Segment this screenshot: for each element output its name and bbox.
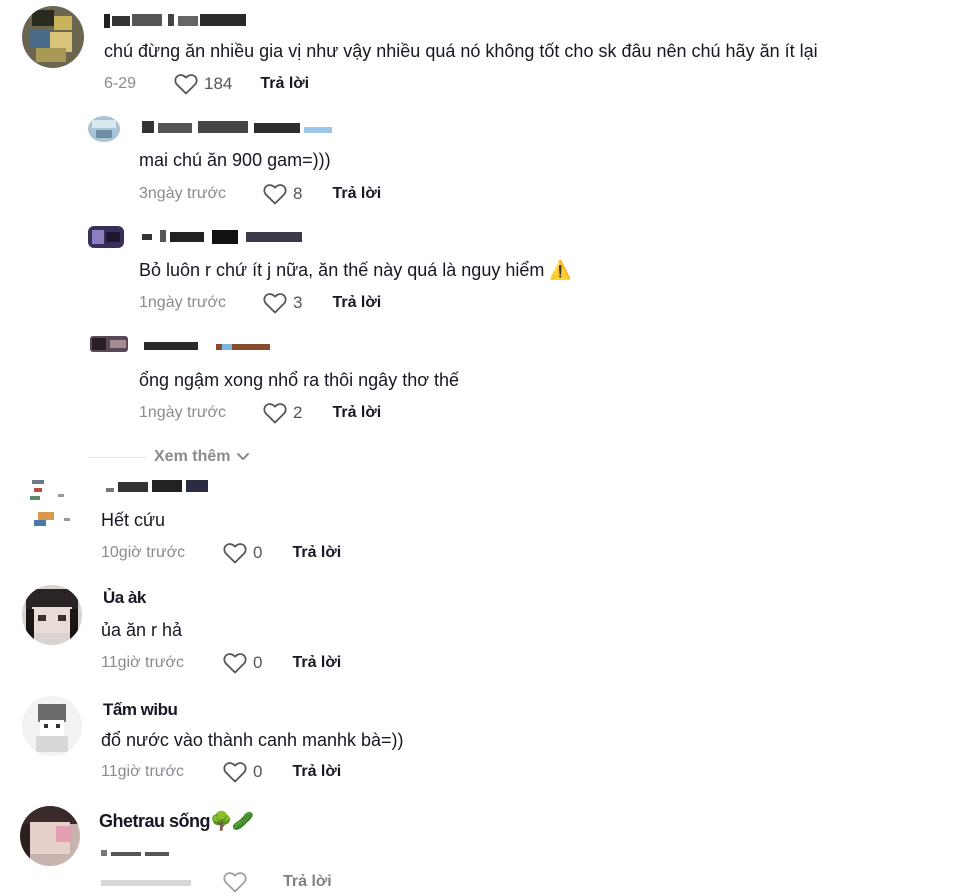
username[interactable]: Tấm wibu — [103, 700, 178, 720]
comment-text: Hết cứu — [101, 510, 166, 530]
like-button[interactable]: 0 — [223, 652, 262, 674]
comment-text: chú đừng ăn nhiều gia vị như vậy nhiều q… — [104, 41, 818, 61]
comment-meta: 6-29 184 Trả lời — [104, 72, 309, 96]
comment-time: 10giờ trước — [101, 544, 186, 561]
avatar[interactable] — [20, 806, 80, 866]
avatar[interactable] — [90, 336, 128, 352]
heart-outline-icon — [223, 872, 247, 893]
username-pixelated[interactable] — [106, 480, 208, 494]
comment-time: 11giờ trước — [101, 654, 184, 671]
comment-text: đổ nước vào thành canh manhk bà=)) — [101, 730, 404, 750]
like-count: 8 — [293, 184, 303, 203]
comment-meta: 1ngày trước 3 Trả lời — [139, 291, 381, 315]
avatar[interactable] — [22, 696, 82, 756]
comment-time — [101, 873, 223, 891]
username-pixelated — [104, 14, 246, 28]
username-pixelated[interactable] — [144, 340, 274, 354]
like-count: 0 — [253, 653, 263, 672]
avatar[interactable] — [88, 226, 124, 248]
comment-meta: Trả lời — [101, 870, 332, 893]
avatar[interactable] — [88, 116, 120, 142]
avatar[interactable] — [26, 476, 78, 534]
like-count: 0 — [253, 543, 263, 562]
comment-time: 11giờ trước — [101, 763, 184, 780]
like-button[interactable]: 8 — [263, 183, 302, 205]
heart-outline-icon — [223, 762, 247, 783]
like-count: 3 — [293, 293, 303, 312]
username-pixelated[interactable] — [142, 121, 332, 135]
like-button[interactable]: 2 — [263, 402, 302, 424]
like-button[interactable] — [223, 871, 253, 893]
like-count: 0 — [253, 762, 263, 781]
username[interactable]: Ủa àk — [103, 588, 146, 608]
reply-button[interactable]: Trả lời — [292, 763, 341, 781]
chevron-down-icon — [237, 453, 250, 460]
comment-meta: 11giờ trước 0 Trả lời — [101, 651, 341, 675]
reply-button[interactable]: Trả lời — [283, 873, 332, 891]
see-more-label: Xem thêm — [154, 448, 231, 465]
reply-button[interactable]: Trả lời — [260, 75, 309, 93]
like-button[interactable]: 3 — [263, 292, 302, 314]
avatar[interactable] — [22, 585, 82, 645]
reply-button[interactable]: Trả lời — [292, 654, 341, 672]
comment-time: 1ngày trước — [139, 294, 227, 311]
comment-meta: 3ngày trước 8 Trả lời — [139, 182, 381, 206]
heart-outline-icon — [263, 293, 287, 314]
comment-text: mai chú ăn 900 gam=))) — [139, 150, 331, 170]
heart-outline-icon — [263, 403, 287, 424]
comment-time: 3ngày trước — [139, 185, 227, 202]
heart-outline-icon — [174, 74, 198, 95]
comment-text: Bỏ luôn r chứ ít j nữa, ăn thế này quá l… — [139, 260, 572, 280]
comment-time: 1ngày trước — [139, 404, 227, 421]
like-button[interactable]: 0 — [223, 542, 262, 564]
avatar[interactable] — [22, 6, 84, 68]
heart-outline-icon — [223, 653, 247, 674]
reply-button[interactable]: Trả lời — [332, 294, 381, 312]
username-pixelated[interactable] — [142, 230, 302, 244]
comment-meta: 1ngày trước 2 Trả lời — [139, 401, 381, 425]
reply-button[interactable]: Trả lời — [332, 185, 381, 203]
heart-outline-icon — [223, 543, 247, 564]
divider — [88, 456, 146, 458]
comment-meta: 10giờ trước 0 Trả lời — [101, 541, 341, 565]
comment-text: ủa ăn r hả — [101, 620, 183, 640]
like-button[interactable]: 0 — [223, 761, 262, 783]
like-count: 184 — [204, 74, 233, 93]
like-button[interactable]: 184 — [174, 73, 232, 95]
reply-button[interactable]: Trả lời — [332, 404, 381, 422]
comment-text-pixelated — [101, 844, 169, 856]
like-count: 2 — [293, 403, 303, 422]
heart-outline-icon — [263, 184, 287, 205]
see-more-replies-button[interactable]: Xem thêm — [88, 444, 288, 470]
comment-meta: 11giờ trước 0 Trả lời — [101, 760, 341, 784]
comment-text: ổng ngậm xong nhổ ra thôi ngây thơ thế — [139, 370, 460, 390]
comment-time: 6-29 — [104, 75, 137, 92]
reply-button[interactable]: Trả lời — [292, 544, 341, 562]
username[interactable]: Ghetrau sống🌳🥒 — [99, 811, 254, 832]
